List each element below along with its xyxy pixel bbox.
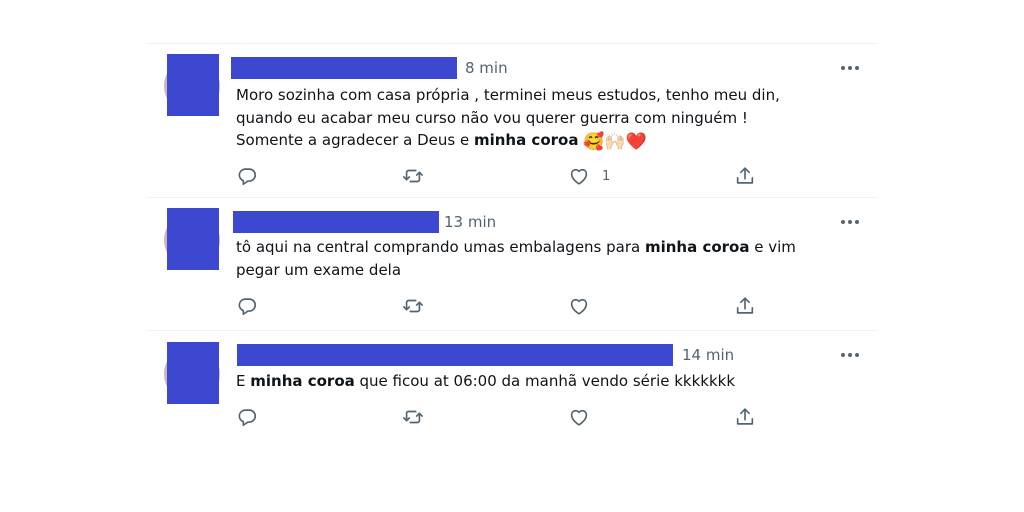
retweet-button[interactable] — [402, 295, 436, 317]
username-redaction[interactable] — [237, 344, 673, 366]
divider — [146, 197, 878, 198]
highlighted-phrase: minha coroa — [473, 131, 579, 149]
reply-icon — [236, 295, 258, 317]
reply-icon — [236, 165, 258, 187]
share-button[interactable] — [734, 406, 756, 428]
tweet-timestamp[interactable]: 13 min — [444, 211, 496, 233]
tweet-actions — [0, 295, 1024, 317]
reply-button[interactable] — [236, 165, 270, 187]
heart-icon — [568, 406, 590, 428]
tweet-text-line: E minha coroa que ficou at 06:00 da manh… — [236, 370, 856, 393]
highlighted-phrase: minha coroa — [250, 372, 355, 390]
avatar[interactable] — [162, 208, 224, 270]
tweet-text-line: quando eu acabar meu curso não vou quere… — [236, 107, 856, 130]
more-icon[interactable] — [838, 212, 862, 232]
tweet-text: Moro sozinha com casa própria , terminei… — [236, 84, 856, 152]
divider — [146, 43, 878, 44]
tweet-actions: 1 — [0, 165, 1024, 187]
more-icon[interactable] — [838, 58, 862, 78]
text-segment: E — [236, 372, 251, 390]
share-button[interactable] — [734, 165, 756, 187]
text-segment: que ficou at 06:00 da manhã vendo série … — [354, 372, 736, 390]
tweet-text: tô aqui na central comprando umas embala… — [236, 236, 856, 281]
highlighted-phrase: minha coroa — [644, 238, 750, 256]
reply-button[interactable] — [236, 295, 270, 317]
heart-icon — [568, 165, 590, 187]
tweet-timestamp[interactable]: 8 min — [465, 57, 508, 79]
tweet-text: E minha coroa que ficou at 06:00 da manh… — [236, 370, 856, 393]
emoji-sequence: 🥰🙌🏻❤️ — [583, 132, 647, 152]
avatar[interactable] — [162, 54, 224, 116]
text-segment: pegar um exame dela — [236, 260, 402, 279]
text-segment: e vim — [749, 238, 796, 256]
text-segment: Somente a agradecer a Deus e — [236, 131, 474, 149]
avatar-redaction — [167, 208, 219, 270]
share-button[interactable] — [734, 295, 756, 317]
retweet-icon — [402, 406, 424, 428]
like-button[interactable]: 1 — [568, 165, 610, 187]
share-icon — [734, 165, 756, 187]
username-redaction[interactable] — [233, 211, 439, 233]
tweet-text-line: tô aqui na central comprando umas embala… — [236, 236, 856, 259]
tweet-text-line: Somente a agradecer a Deus e minha coroa… — [236, 129, 856, 152]
retweet-button[interactable] — [402, 165, 436, 187]
reply-button[interactable] — [236, 406, 270, 428]
username-redaction[interactable] — [231, 57, 457, 79]
tweet-actions — [0, 406, 1024, 428]
heart-icon — [568, 295, 590, 317]
tweet-text-line: Moro sozinha com casa própria , terminei… — [236, 84, 856, 107]
share-icon — [734, 406, 756, 428]
reply-icon — [236, 406, 258, 428]
text-segment: Moro sozinha com casa própria , terminei… — [236, 86, 780, 104]
tweet-timestamp[interactable]: 14 min — [682, 344, 734, 366]
more-icon[interactable] — [838, 345, 862, 365]
avatar[interactable] — [162, 342, 224, 404]
like-count: 1 — [602, 168, 611, 184]
text-segment: quando eu acabar meu curso não vou quere… — [236, 108, 748, 127]
like-button[interactable] — [568, 295, 602, 317]
share-icon — [734, 295, 756, 317]
tweet-text-line: pegar um exame dela — [236, 259, 856, 282]
retweet-icon — [402, 165, 424, 187]
retweet-icon — [402, 295, 424, 317]
divider — [146, 330, 878, 331]
retweet-button[interactable] — [402, 406, 436, 428]
avatar-redaction — [167, 342, 219, 404]
avatar-redaction — [167, 54, 219, 116]
text-segment: tô aqui na central comprando umas embala… — [236, 238, 645, 256]
like-button[interactable] — [568, 406, 602, 428]
